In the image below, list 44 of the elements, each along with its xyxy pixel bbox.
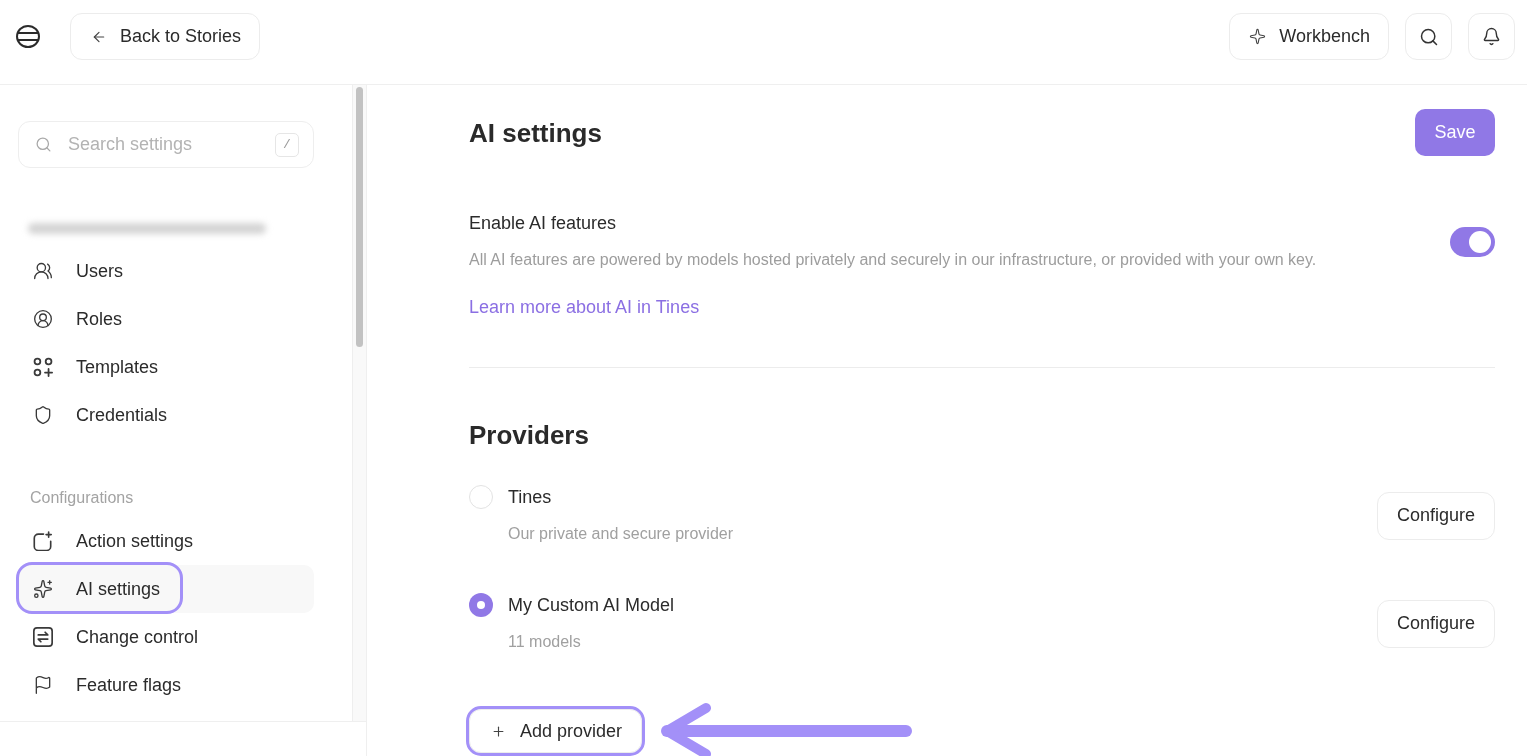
sparkle-icon bbox=[1249, 28, 1267, 45]
configure-button[interactable]: Configure bbox=[1376, 491, 1495, 540]
shield-icon bbox=[33, 405, 53, 425]
configure-button[interactable]: Configure bbox=[1376, 599, 1495, 648]
radio-button[interactable] bbox=[469, 593, 493, 617]
back-button[interactable]: Back to Stories bbox=[70, 13, 261, 60]
sidebar-item[interactable]: AI settings bbox=[18, 565, 314, 613]
provider-description: Our private and secure provider bbox=[508, 524, 733, 544]
sidebar-item[interactable]: Change control bbox=[18, 613, 314, 661]
square-sparkle-icon bbox=[33, 531, 53, 551]
setting-description: All AI features are powered by models hosted privately and securely in our infrastructure, or provided with your own key. bbox=[469, 250, 1317, 270]
plus-icon bbox=[491, 723, 506, 739]
users-icon bbox=[33, 261, 53, 281]
sparkles-icon bbox=[33, 579, 53, 599]
workbench-button[interactable]: Workbench bbox=[1229, 13, 1389, 60]
search-icon bbox=[35, 136, 52, 153]
learn-more-link[interactable]: Learn more about AI in Tines bbox=[469, 295, 700, 319]
provider-name: Tines bbox=[508, 486, 552, 509]
sidebar-item[interactable]: Action settings bbox=[18, 517, 314, 565]
scrollbar-thumb[interactable] bbox=[356, 87, 363, 347]
shapes-plus-icon bbox=[33, 357, 53, 377]
provider-description: 11 models bbox=[508, 632, 582, 652]
search-icon bbox=[1418, 26, 1439, 47]
notifications-button[interactable] bbox=[1468, 13, 1515, 60]
add-provider-button[interactable]: Add provider bbox=[469, 709, 643, 753]
radio-button[interactable] bbox=[469, 485, 493, 509]
shortcut-key: / bbox=[275, 133, 299, 157]
sidebar-item[interactable]: Feature flags bbox=[18, 661, 314, 709]
sidebar-item[interactable]: Users bbox=[18, 247, 314, 295]
setting-label: Enable AI features bbox=[469, 212, 618, 235]
section-heading: Configurations bbox=[29, 488, 135, 508]
provider-name: My Custom AI Model bbox=[508, 594, 675, 617]
section-title: Providers bbox=[469, 419, 590, 451]
swap-arrows-icon bbox=[33, 627, 53, 647]
sidebar-item[interactable]: Templates bbox=[18, 343, 314, 391]
person-circle-icon bbox=[33, 309, 53, 329]
flag-icon bbox=[33, 675, 53, 695]
sidebar-item[interactable]: Credentials bbox=[18, 391, 314, 439]
bell-icon bbox=[1482, 27, 1501, 46]
page-title: AI settings bbox=[469, 116, 602, 149]
sidebar-item[interactable]: Roles bbox=[18, 295, 314, 343]
app-logo-icon[interactable] bbox=[16, 25, 40, 48]
search-button[interactable] bbox=[1405, 13, 1452, 60]
toggle-switch[interactable] bbox=[1450, 226, 1495, 257]
